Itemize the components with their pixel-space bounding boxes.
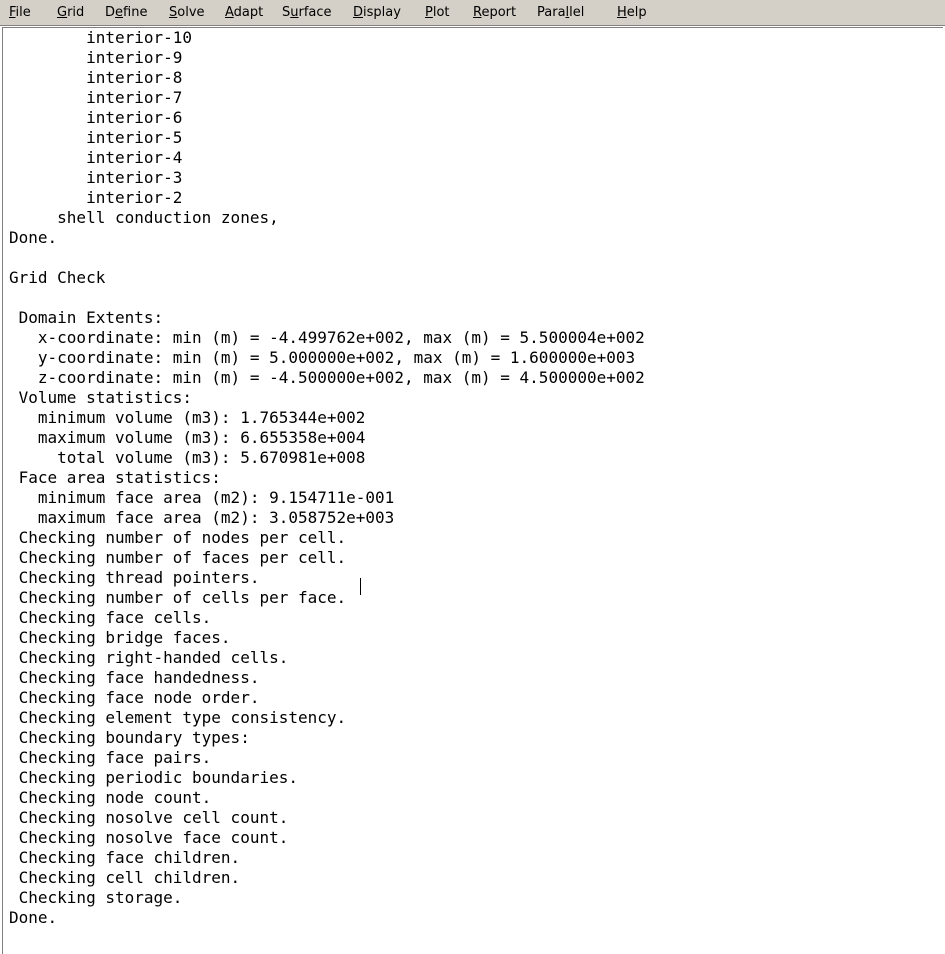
console-line: shell conduction zones,	[9, 208, 279, 227]
console-line: Checking face cells.	[9, 608, 212, 627]
console-line: interior-9	[9, 48, 183, 67]
console-line: Checking face handedness.	[9, 668, 260, 687]
console-line: Checking number of nodes per cell.	[9, 528, 347, 547]
console-line: maximum volume (m3): 6.655358e+004	[9, 428, 366, 447]
console-line: Checking right-handed cells.	[9, 648, 289, 667]
menu-help[interactable]: Help	[616, 4, 648, 22]
console-line: Checking face pairs.	[9, 748, 212, 767]
console-line: interior-3	[9, 168, 183, 187]
console-line: Checking cell children.	[9, 868, 241, 887]
console-line: y-coordinate: min (m) = 5.000000e+002, m…	[9, 348, 636, 367]
console-text: interior-10 interior-9 interior-8 interi…	[9, 28, 645, 928]
console-line: interior-10	[9, 28, 193, 47]
console-line: Checking bridge faces.	[9, 628, 231, 647]
console-line: Checking number of cells per face.	[9, 588, 347, 607]
menu-surface[interactable]: Surface	[281, 4, 333, 22]
menu-report[interactable]: Report	[472, 4, 517, 22]
menu-display[interactable]: Display	[352, 4, 402, 22]
console-line: maximum face area (m2): 3.058752e+003	[9, 508, 395, 527]
console-line: Checking nosolve face count.	[9, 828, 289, 847]
console-line: minimum volume (m3): 1.765344e+002	[9, 408, 366, 427]
console-line: interior-5	[9, 128, 183, 147]
console-line: Done.	[9, 908, 58, 927]
text-cursor	[360, 578, 361, 595]
menu-adapt[interactable]: Adapt	[224, 4, 264, 22]
console-output-area[interactable]: interior-10 interior-9 interior-8 interi…	[2, 27, 943, 954]
console-line: Checking periodic boundaries.	[9, 768, 298, 787]
menu-solve[interactable]: Solve	[168, 4, 206, 22]
console-line: Checking element type consistency.	[9, 708, 347, 727]
menu-define[interactable]: Define	[104, 4, 148, 22]
console-line: interior-8	[9, 68, 183, 87]
fluent-console-window: File Grid Define Solve Adapt Surface Dis…	[0, 0, 945, 954]
menu-grid[interactable]: Grid	[56, 4, 85, 22]
menu-plot[interactable]: Plot	[424, 4, 451, 22]
console-line: minimum face area (m2): 9.154711e-001	[9, 488, 395, 507]
menu-file[interactable]: File	[8, 4, 32, 22]
console-line: Checking face node order.	[9, 688, 260, 707]
menu-parallel[interactable]: Parallel	[536, 4, 585, 22]
console-line: Checking boundary types:	[9, 728, 250, 747]
console-line: z-coordinate: min (m) = -4.500000e+002, …	[9, 368, 645, 387]
console-line: Domain Extents:	[9, 308, 164, 327]
console-line: Checking storage.	[9, 888, 183, 907]
console-line: x-coordinate: min (m) = -4.499762e+002, …	[9, 328, 645, 347]
console-line: Volume statistics:	[9, 388, 193, 407]
console-line: Checking face children.	[9, 848, 241, 867]
console-line: Face area statistics:	[9, 468, 221, 487]
console-line: interior-6	[9, 108, 183, 127]
menu-bar: File Grid Define Solve Adapt Surface Dis…	[0, 0, 945, 26]
console-line: Checking thread pointers.	[9, 568, 260, 587]
console-line: Checking number of faces per cell.	[9, 548, 347, 567]
console-line: interior-2	[9, 188, 183, 207]
console-line: interior-7	[9, 88, 183, 107]
console-line: Checking nosolve cell count.	[9, 808, 289, 827]
console-line: total volume (m3): 5.670981e+008	[9, 448, 366, 467]
console-line: Done.	[9, 228, 58, 247]
console-line: interior-4	[9, 148, 183, 167]
console-line: Checking node count.	[9, 788, 212, 807]
console-line: Grid Check	[9, 268, 106, 287]
